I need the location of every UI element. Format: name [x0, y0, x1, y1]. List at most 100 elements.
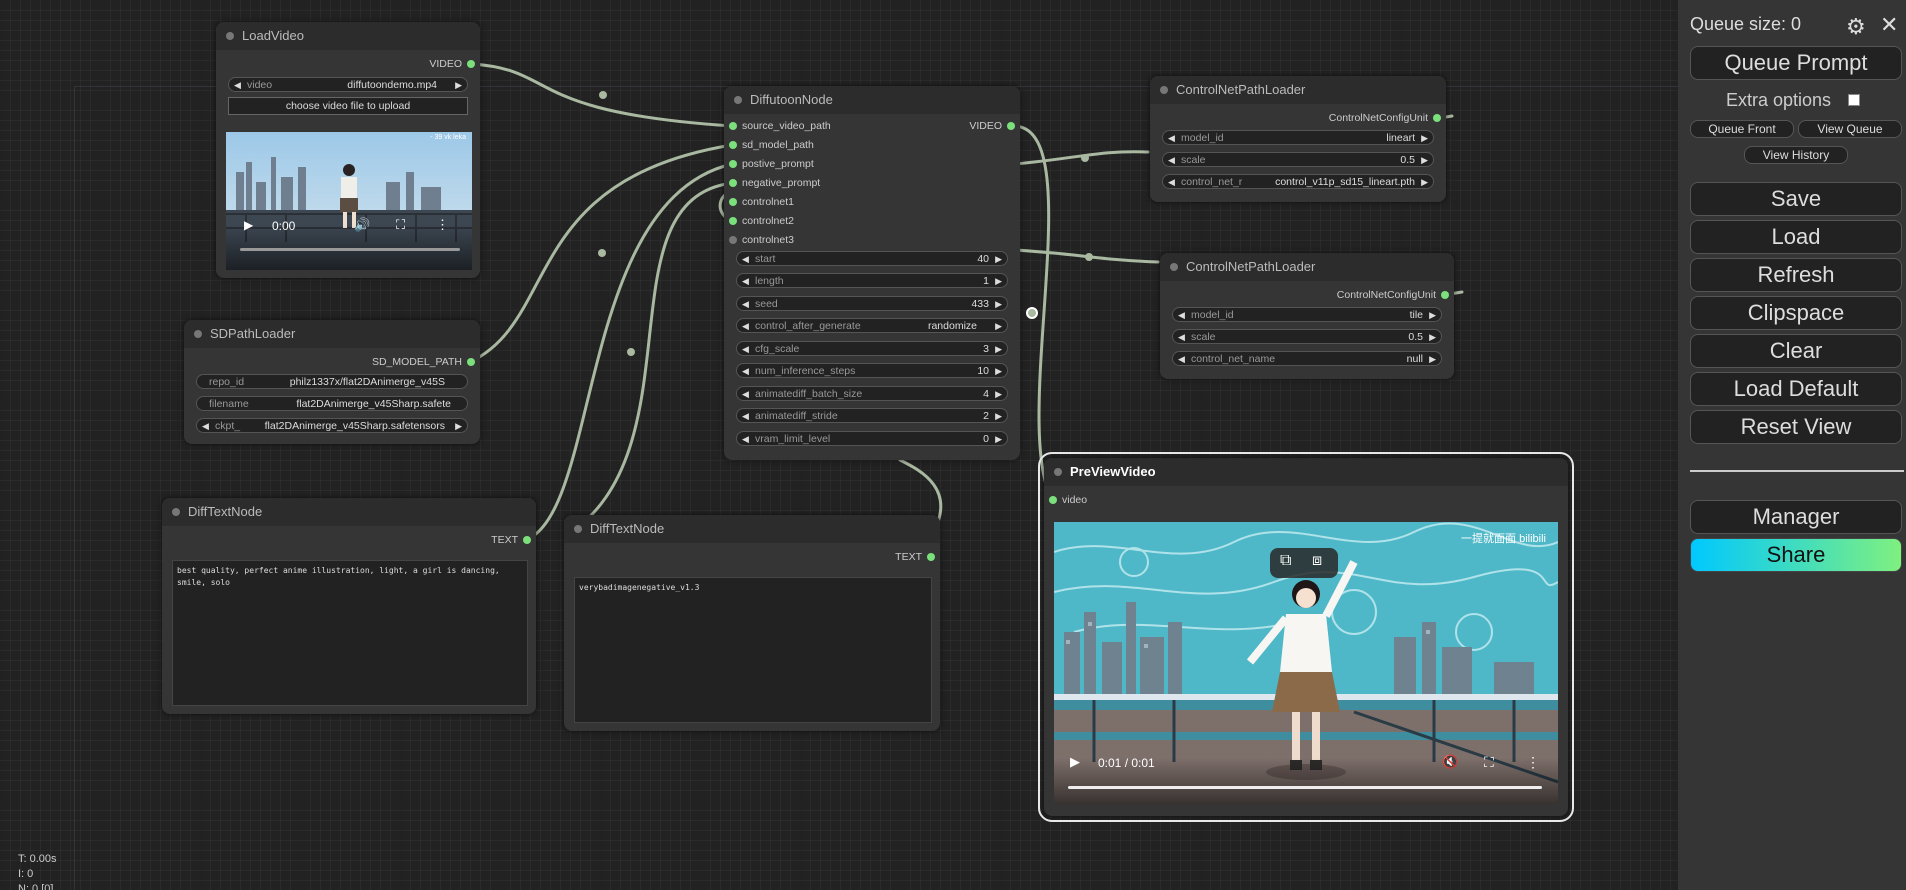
arrow-right-icon[interactable]: ▶ [995, 274, 1002, 289]
share-button[interactable]: Share [1690, 538, 1902, 572]
node-title[interactable]: DiffutoonNode [724, 86, 1020, 114]
preview-video-player[interactable]: 一提就面面 bilibili ⧉ ⧈ ▶ 0:01 / 0:01 🔇 ⛶ ⋮ [1054, 522, 1558, 804]
node-title[interactable]: LoadVideo [216, 22, 480, 50]
widget-control-net-name[interactable]: ◀ control_net_name null ▶ [1172, 351, 1442, 366]
input-slot[interactable] [1049, 496, 1057, 504]
arrow-left-icon[interactable]: ◀ [742, 432, 749, 447]
input-postive-prompt[interactable]: postive_prompt [724, 156, 814, 172]
close-icon[interactable]: ✕ [1880, 12, 1898, 38]
ckpt-combo[interactable]: ◀ ckpt_ flat2DAnimerge_v45Sharp.safetensor… [196, 418, 468, 433]
arrow-left-icon[interactable]: ◀ [1178, 352, 1185, 367]
node-diff-text-1[interactable]: DiffTextNode TEXT best quality, perfect … [162, 498, 536, 714]
queue-prompt-button[interactable]: Queue Prompt [1690, 46, 1902, 80]
volume-icon[interactable]: 🔊 [354, 217, 370, 233]
input-slot[interactable] [729, 217, 737, 225]
manager-button[interactable]: Manager [1690, 500, 1902, 534]
node-title[interactable]: ControlNetPathLoader [1150, 76, 1446, 104]
widget-animatediff-stride[interactable]: ◀ animatediff_stride 2 ▶ [736, 408, 1008, 423]
save-button[interactable]: Save [1690, 182, 1902, 216]
fullscreen-icon[interactable]: ⛶ [396, 217, 405, 233]
arrow-right-icon[interactable]: ▶ [995, 387, 1002, 402]
more-options-icon[interactable]: ⋮ [436, 217, 449, 233]
arrow-left-icon[interactable]: ◀ [234, 78, 241, 93]
collapse-dot[interactable] [734, 96, 742, 104]
node-preview-video[interactable]: PreViewVideo video 一提就面面 bilibili ⧉ ⧈ ▶ … [1038, 452, 1574, 822]
output-slot[interactable] [467, 358, 475, 366]
load-default-button[interactable]: Load Default [1690, 372, 1902, 406]
arrow-right-icon[interactable]: ▶ [995, 319, 1002, 334]
input-slot[interactable] [729, 198, 737, 206]
node-title[interactable]: DiffTextNode [162, 498, 536, 526]
output-controlnet-config-unit[interactable]: ControlNetConfigUnit [1337, 287, 1454, 303]
input-slot[interactable] [729, 141, 737, 149]
node-title[interactable]: SDPathLoader [184, 320, 480, 348]
widget-model-id[interactable]: ◀ model_id tile ▶ [1172, 307, 1442, 322]
collapse-dot[interactable] [1170, 263, 1178, 271]
output-slot[interactable] [1433, 114, 1441, 122]
node-sd-path-loader[interactable]: SDPathLoader SD_MODEL_PATH repo_id philz1… [184, 320, 480, 444]
graph-canvas[interactable]: LoadVideo VIDEO ◀ video diffutoondemo.mp4 ▶… [0, 0, 1678, 890]
play-icon[interactable]: ▶ [244, 218, 253, 232]
input-slot[interactable] [729, 160, 737, 168]
widget-control-after-generate[interactable]: ◀ control_after_generate randomize ▶ [736, 318, 1008, 333]
video-player[interactable]: - 39 vk leka ▶ 0:00 🔊 ⛶ ⋮ [226, 132, 472, 270]
collapse-dot[interactable] [1160, 86, 1168, 94]
fullscreen-icon[interactable]: ⛶ [1484, 754, 1494, 771]
arrow-right-icon[interactable]: ▶ [995, 252, 1002, 267]
arrow-right-icon[interactable]: ▶ [1429, 308, 1436, 323]
input-controlnet3[interactable]: controlnet3 [724, 232, 794, 248]
output-slot[interactable] [523, 536, 531, 544]
output-video[interactable]: VIDEO [969, 118, 1020, 134]
node-title[interactable]: PreViewVideo [1044, 458, 1568, 486]
arrow-right-icon[interactable]: ▶ [1421, 131, 1428, 146]
widget-scale[interactable]: ◀ scale 0.5 ▶ [1162, 152, 1434, 167]
load-button[interactable]: Load [1690, 220, 1902, 254]
arrow-right-icon[interactable]: ▶ [995, 409, 1002, 424]
repo-id-field[interactable]: repo_id philz1337x/flat2DAnimerge_v45S [196, 374, 468, 389]
node-controlnet-path-loader-2[interactable]: ControlNetPathLoader ControlNetConfigUni… [1160, 253, 1454, 379]
input-controlnet1[interactable]: controlnet1 [724, 194, 794, 210]
arrow-left-icon[interactable]: ◀ [742, 364, 749, 379]
output-text[interactable]: TEXT [491, 532, 536, 548]
arrow-left-icon[interactable]: ◀ [742, 342, 749, 357]
output-sd-model-path[interactable]: SD_MODEL_PATH [372, 354, 480, 370]
node-load-video[interactable]: LoadVideo VIDEO ◀ video diffutoondemo.mp4 ▶… [216, 22, 480, 278]
negative-prompt-textarea[interactable]: verybadimagenegative_v1.3 [574, 577, 932, 723]
output-slot[interactable] [467, 60, 475, 68]
collapse-dot[interactable] [1054, 468, 1062, 476]
video-progress[interactable] [240, 248, 460, 251]
collapse-dot[interactable] [194, 330, 202, 338]
prompt-textarea[interactable]: best quality, perfect anime illustration… [172, 560, 528, 706]
arrow-left-icon[interactable]: ◀ [1168, 131, 1175, 146]
arrow-right-icon[interactable]: ▶ [455, 419, 462, 434]
widget-control-net-name[interactable]: ◀ control_net_r control_v11p_sd15_lineart.… [1162, 174, 1434, 189]
arrow-left-icon[interactable]: ◀ [1168, 175, 1175, 190]
output-slot[interactable] [1441, 291, 1449, 299]
output-controlnet-config-unit[interactable]: ControlNetConfigUnit [1329, 110, 1446, 126]
widget-model-id[interactable]: ◀ model_id lineart ▶ [1162, 130, 1434, 145]
clear-button[interactable]: Clear [1690, 334, 1902, 368]
input-source-video-path[interactable]: source_video_path [724, 118, 831, 134]
arrow-right-icon[interactable]: ▶ [1429, 352, 1436, 367]
refresh-button[interactable]: Refresh [1690, 258, 1902, 292]
arrow-left-icon[interactable]: ◀ [1178, 330, 1185, 345]
arrow-left-icon[interactable]: ◀ [742, 274, 749, 289]
reset-view-button[interactable]: Reset View [1690, 410, 1902, 444]
node-title[interactable]: DiffTextNode [564, 515, 940, 543]
arrow-right-icon[interactable]: ▶ [1421, 153, 1428, 168]
upload-button[interactable]: choose video file to upload [228, 97, 468, 115]
arrow-right-icon[interactable]: ▶ [1421, 175, 1428, 190]
input-slot[interactable] [729, 179, 737, 187]
arrow-right-icon[interactable]: ▶ [995, 364, 1002, 379]
input-controlnet2[interactable]: controlnet2 [724, 213, 794, 229]
node-controlnet-path-loader-1[interactable]: ControlNetPathLoader ControlNetConfigUni… [1150, 76, 1446, 202]
ai-enhance-icon[interactable]: ⧈ [1312, 552, 1322, 570]
view-history-button[interactable]: View History [1744, 146, 1848, 164]
output-slot[interactable] [927, 553, 935, 561]
node-diff-text-2[interactable]: DiffTextNode TEXT verybadimagenegative_v… [564, 515, 940, 731]
arrow-right-icon[interactable]: ▶ [995, 432, 1002, 447]
collapse-dot[interactable] [226, 32, 234, 40]
video-combo[interactable]: ◀ video diffutoondemo.mp4 ▶ [228, 77, 468, 92]
output-text[interactable]: TEXT [895, 549, 940, 565]
collapse-dot[interactable] [574, 525, 582, 533]
